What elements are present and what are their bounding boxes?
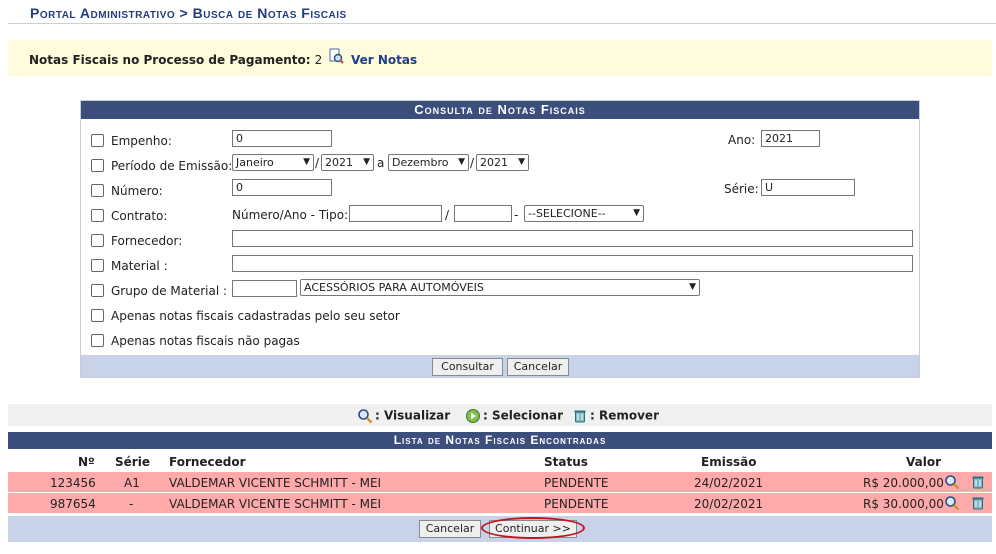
ano-input[interactable]: 2021 bbox=[761, 130, 820, 147]
nao-pagas-checkbox[interactable] bbox=[91, 334, 104, 347]
contrato-numero-input[interactable] bbox=[349, 205, 442, 222]
nao-pagas-label: Apenas notas fiscais não pagas bbox=[111, 334, 300, 348]
numero-input[interactable]: 0 bbox=[232, 179, 332, 196]
material-input[interactable] bbox=[232, 255, 913, 272]
search-form: Consulta de Notas Fiscais Empenho: 0 Ano… bbox=[80, 100, 920, 378]
col-numero: Nº bbox=[78, 455, 95, 469]
col-valor: Valor bbox=[906, 455, 942, 469]
contrato-slash: / bbox=[445, 208, 450, 222]
info-count: 2 bbox=[314, 53, 323, 67]
grupo-checkbox[interactable] bbox=[91, 284, 104, 297]
setor-label: Apenas notas fiscais cadastradas pelo se… bbox=[111, 309, 400, 323]
consultar-button[interactable]: Consultar bbox=[432, 358, 503, 376]
view-notes-icon[interactable] bbox=[328, 48, 344, 64]
col-status: Status bbox=[544, 455, 588, 469]
row-valor: R$ 20.000,00 bbox=[863, 476, 944, 490]
row-emissao: 20/02/2021 bbox=[694, 497, 764, 511]
chevron-down-icon: ▼ bbox=[633, 208, 640, 218]
slash-2: / bbox=[470, 156, 475, 170]
trash-icon[interactable] bbox=[970, 474, 986, 490]
contrato-hint: Número/Ano - Tipo: bbox=[232, 208, 349, 222]
col-emissao: Emissão bbox=[701, 455, 757, 469]
legend-bar: : Visualizar : Selecionar : Remover bbox=[8, 404, 992, 426]
col-serie: Série bbox=[115, 455, 150, 469]
periodo-label: Período de Emissão: bbox=[111, 159, 233, 173]
cancelar-form-button[interactable]: Cancelar bbox=[507, 358, 569, 376]
form-header: Consulta de Notas Fiscais bbox=[81, 101, 919, 119]
grupo-codigo-input[interactable] bbox=[232, 280, 297, 297]
serie-input[interactable]: U bbox=[761, 179, 855, 196]
magnifier-icon bbox=[358, 409, 373, 424]
mes-fim-select[interactable]: Dezembro ▼ bbox=[388, 154, 469, 171]
form-footer: Consultar Cancelar bbox=[81, 355, 919, 377]
serie-label: Série: bbox=[724, 182, 759, 196]
chevron-down-icon: ▼ bbox=[458, 157, 465, 167]
select-arrow-icon bbox=[466, 409, 480, 423]
magnifier-icon[interactable] bbox=[944, 495, 960, 511]
ano-fim-select[interactable]: 2021 ▼ bbox=[476, 154, 529, 171]
row-fornecedor: VALDEMAR VICENTE SCHMITT - MEI bbox=[169, 497, 382, 511]
row-numero: 987654 bbox=[50, 497, 96, 511]
contrato-dash: - bbox=[514, 208, 519, 222]
contrato-ano-input[interactable] bbox=[454, 205, 512, 222]
chevron-down-icon: ▼ bbox=[363, 157, 370, 167]
view-notes-link[interactable]: Ver Notas bbox=[351, 53, 417, 67]
info-bar: Notas Fiscais no Processo de Pagamento: 2… bbox=[8, 40, 992, 76]
contrato-tipo-select[interactable]: --SELECIONE-- ▼ bbox=[524, 205, 644, 222]
row-serie: A1 bbox=[124, 476, 140, 490]
trash-icon[interactable] bbox=[970, 495, 986, 511]
empenho-input[interactable]: 0 bbox=[232, 130, 332, 147]
contrato-label: Contrato: bbox=[111, 209, 168, 223]
periodo-checkbox[interactable] bbox=[91, 159, 104, 172]
row-numero: 123456 bbox=[50, 476, 96, 490]
numero-checkbox[interactable] bbox=[91, 184, 104, 197]
setor-checkbox[interactable] bbox=[91, 309, 104, 322]
material-checkbox[interactable] bbox=[91, 259, 104, 272]
mes-inicio-select[interactable]: Janeiro ▼ bbox=[232, 154, 314, 171]
list-header: Lista de Notas Fiscais Encontradas bbox=[8, 432, 992, 449]
row-status: PENDENTE bbox=[544, 497, 609, 511]
row-serie: - bbox=[129, 497, 134, 511]
fornecedor-checkbox[interactable] bbox=[91, 234, 104, 247]
fornecedor-label: Fornecedor: bbox=[111, 234, 183, 248]
legend-visualizar: : Visualizar bbox=[357, 408, 450, 424]
material-label: Material : bbox=[111, 259, 168, 273]
slash-1: / bbox=[315, 156, 320, 170]
title-divider bbox=[8, 23, 996, 24]
contrato-checkbox[interactable] bbox=[91, 209, 104, 222]
grupo-label: Grupo de Material : bbox=[111, 284, 228, 298]
cancelar-list-button[interactable]: Cancelar bbox=[419, 520, 481, 538]
ano-inicio-select[interactable]: 2021 ▼ bbox=[321, 154, 374, 171]
numero-label: Número: bbox=[111, 184, 163, 198]
row-fornecedor: VALDEMAR VICENTE SCHMITT - MEI bbox=[169, 476, 382, 490]
row-setor: Apenas notas fiscais cadastradas pelo se… bbox=[91, 306, 491, 326]
info-label: Notas Fiscais no Processo de Pagamento: 2 bbox=[29, 53, 323, 67]
empenho-label: Empenho: bbox=[111, 134, 172, 148]
empenho-checkbox[interactable] bbox=[91, 134, 104, 147]
row-nao-pagas: Apenas notas fiscais não pagas bbox=[91, 331, 491, 351]
table-row: 123456 A1 VALDEMAR VICENTE SCHMITT - MEI… bbox=[8, 472, 992, 492]
legend-remover: : Remover bbox=[572, 408, 659, 424]
trash-icon bbox=[574, 410, 586, 423]
magnifier-icon[interactable] bbox=[944, 474, 960, 490]
row-valor: R$ 30.000,00 bbox=[863, 497, 944, 511]
chevron-down-icon: ▼ bbox=[303, 157, 310, 167]
chevron-down-icon: ▼ bbox=[689, 282, 696, 292]
legend-selecionar: : Selecionar bbox=[465, 408, 563, 424]
row-emissao: 24/02/2021 bbox=[694, 476, 764, 490]
ano-label: Ano: bbox=[728, 133, 756, 147]
chevron-down-icon: ▼ bbox=[518, 157, 525, 167]
row-status: PENDENTE bbox=[544, 476, 609, 490]
periodo-sep: a bbox=[377, 156, 385, 170]
fornecedor-input[interactable] bbox=[232, 230, 913, 247]
table-row: 987654 - VALDEMAR VICENTE SCHMITT - MEI … bbox=[8, 493, 992, 513]
col-fornecedor: Fornecedor bbox=[169, 455, 246, 469]
highlight-circle bbox=[481, 517, 585, 539]
page-title: Portal Administrativo > Busca de Notas F… bbox=[30, 5, 347, 21]
grupo-select[interactable]: ACESSÓRIOS PARA AUTOMÓVEIS ▼ bbox=[300, 279, 700, 296]
